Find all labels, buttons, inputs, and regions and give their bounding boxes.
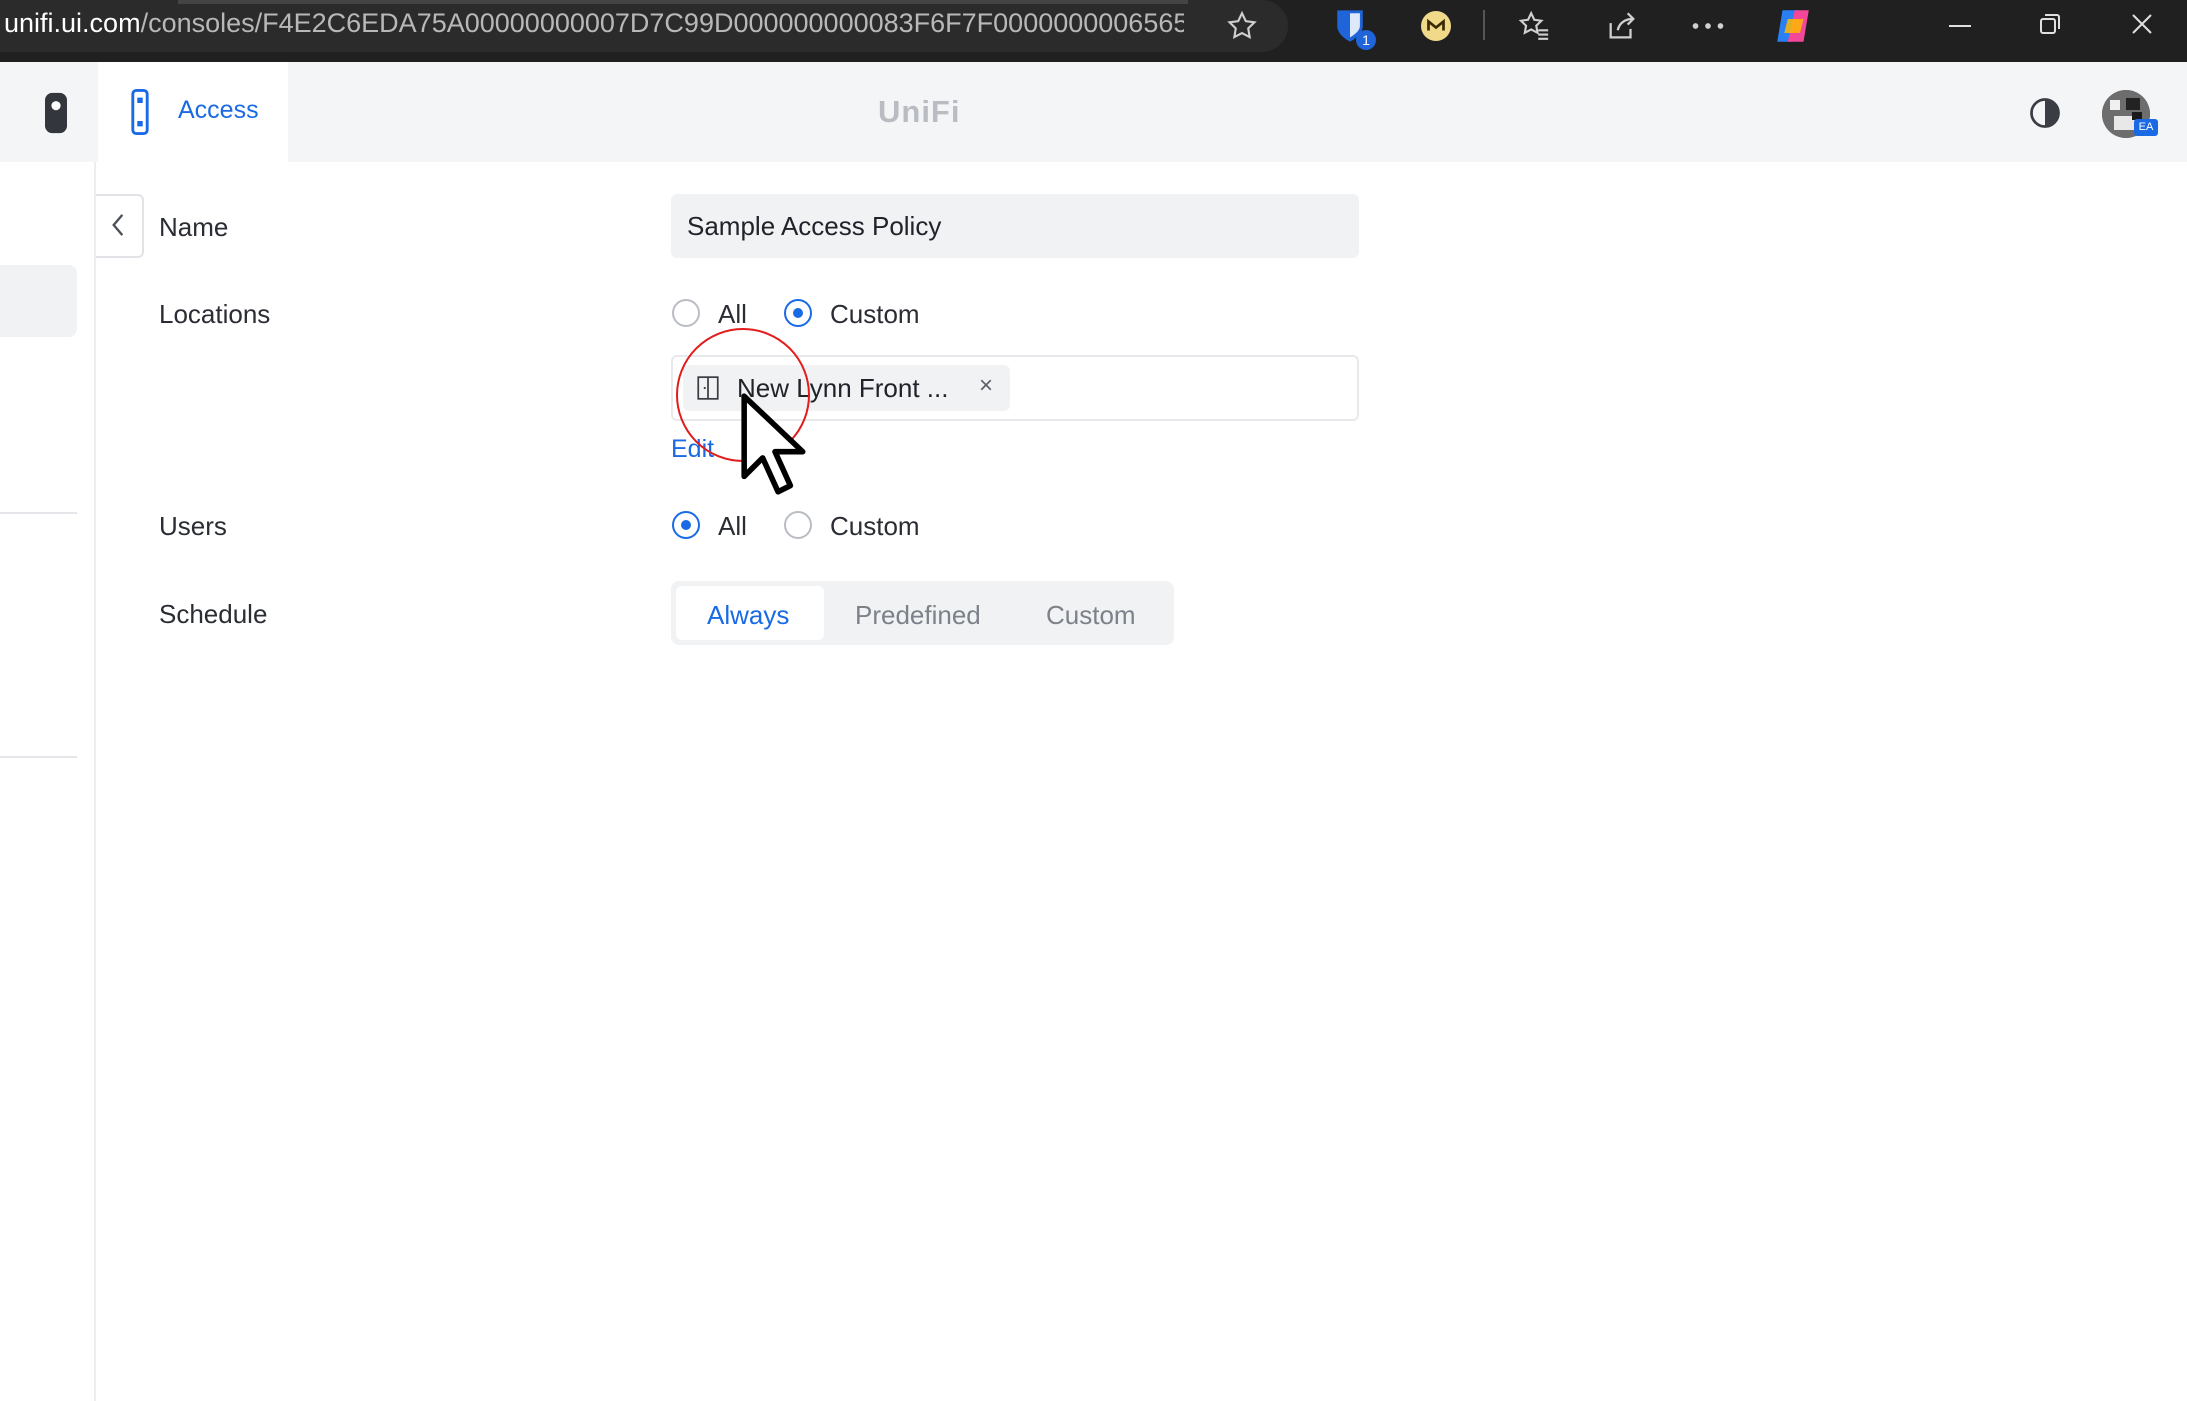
device-icon[interactable] (36, 90, 76, 136)
users-custom-label[interactable]: Custom (830, 511, 920, 542)
users-label: Users (159, 511, 227, 541)
access-reader-icon (128, 86, 152, 138)
toolbar-divider (1483, 10, 1485, 40)
locations-label: Locations (159, 299, 271, 329)
share-icon[interactable] (1600, 4, 1644, 48)
star-icon[interactable] (1222, 6, 1262, 46)
users-all-radio[interactable] (672, 511, 700, 539)
avatar-badge: EA (2134, 119, 2158, 136)
tab-strip-edge (178, 0, 1188, 4)
schedule-option-always[interactable]: Always (707, 600, 789, 631)
sidebar (0, 162, 96, 1401)
app-header: Access UniFi EA (0, 62, 2187, 162)
locations-all-radio[interactable] (672, 299, 700, 327)
restore-icon[interactable] (2030, 4, 2070, 44)
extension-badge: 1 (1356, 30, 1376, 50)
address-path: /consoles/F4E2C6EDA75A00000000007D7C99D0… (140, 8, 1184, 38)
extension-icon[interactable] (1414, 4, 1458, 48)
address-url[interactable]: unifi.ui.com/consoles/F4E2C6EDA75A000000… (4, 8, 1184, 39)
sidebar-divider (0, 512, 77, 514)
favorites-icon[interactable] (1512, 4, 1556, 48)
users-all-label[interactable]: All (718, 511, 747, 542)
copilot-icon[interactable] (1768, 2, 1818, 50)
schedule-option-custom[interactable]: Custom (1046, 600, 1136, 631)
unifi-logo: UniFi (878, 94, 961, 129)
more-icon[interactable] (1686, 4, 1730, 48)
minimize-icon[interactable] (1940, 6, 1980, 46)
theme-toggle-icon[interactable] (2024, 92, 2066, 134)
chevron-left-icon (104, 210, 132, 240)
sidebar-divider (0, 756, 77, 758)
locations-all-label[interactable]: All (718, 299, 747, 330)
name-input[interactable] (671, 194, 1359, 258)
locations-custom-radio[interactable] (784, 299, 812, 327)
mouse-cursor-icon (738, 390, 812, 503)
close-icon[interactable] (2122, 4, 2162, 44)
tab-access-label: Access (178, 96, 259, 124)
address-host: unifi.ui.com (4, 8, 141, 38)
sidebar-item-selected[interactable] (0, 265, 77, 337)
locations-custom-label[interactable]: Custom (830, 299, 920, 330)
schedule-option-predefined[interactable]: Predefined (855, 600, 981, 631)
back-button[interactable] (96, 194, 144, 258)
chip-remove-icon[interactable]: × (979, 372, 993, 400)
tab-access[interactable]: Access (98, 62, 288, 162)
address-bar[interactable]: unifi.ui.com/consoles/F4E2C6EDA75A000000… (0, 0, 1288, 52)
schedule-label: Schedule (159, 599, 268, 629)
users-custom-radio[interactable] (784, 511, 812, 539)
browser-toolbar: unifi.ui.com/consoles/F4E2C6EDA75A000000… (0, 0, 2187, 62)
name-label: Name (159, 212, 229, 242)
